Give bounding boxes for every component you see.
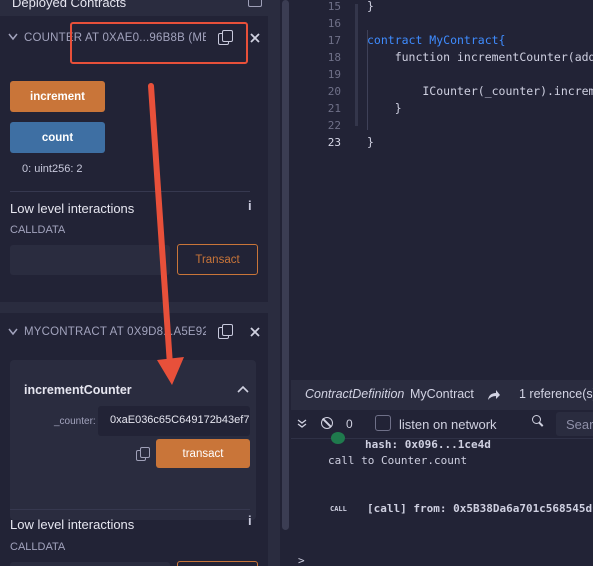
red-arrow [148,83,184,385]
info-icon[interactable]: i [248,513,252,528]
panel-title: Deployed Contracts [12,0,127,10]
line-number: 23 [327,136,341,149]
chevron-down-icon[interactable] [8,33,18,41]
deploy-panel: Deployed Contracts COUNTER AT 0XAE0...96… [0,0,280,566]
param-label: _counter: [54,416,96,427]
line-number: 21 [327,102,341,115]
copy-calldata-icon[interactable] [136,447,150,461]
line-number: 17 [327,34,341,47]
listen-label: listen on network [399,417,497,432]
code-line: } [367,0,374,13]
call-tag: CALL [330,505,347,513]
line-number: 18 [327,51,341,64]
transact-button[interactable]: transact [156,439,250,468]
counter-param-input[interactable]: 0xaE036c65C649172b43ef7156b009c6221B596B… [98,406,250,436]
hash-line: hash: 0x096...1ce4d [365,438,491,451]
code-line: } [367,101,402,115]
code-editor[interactable]: 15 16 17 18 19 20 21 22 23 } contract My… [291,0,593,384]
go-to-definition-icon[interactable] [487,389,501,401]
calldata-label: CALLDATA [10,541,66,553]
call-detail[interactable]: [call] from: 0x5B38Da6a701c568545dCfcB03… [367,502,593,515]
line-number: 20 [327,85,341,98]
chevron-up-icon[interactable] [237,385,249,393]
divider [10,509,250,510]
clear-console-icon[interactable] [321,417,333,429]
scrollbar[interactable] [280,0,291,566]
calldata-label: CALLDATA [10,224,66,236]
expand-terminal-icon[interactable] [297,419,307,429]
copy-address-icon[interactable] [218,324,233,339]
divider [10,191,250,192]
status-icon [331,432,345,444]
pending-count: 0 [346,417,353,431]
search-icon [532,415,544,427]
listen-checkbox[interactable] [375,415,391,431]
code-line: function incrementCounter(address _count… [394,50,593,64]
low-level-title: Low level interactions [10,517,135,532]
line-number: 22 [327,119,341,132]
terminal-prompt[interactable]: > [298,554,305,566]
highlight-box [70,22,248,64]
chevron-down-icon[interactable] [8,328,18,336]
terminal: 0 listen on network Search hash: 0x096..… [291,410,593,566]
call-line: call to Counter.count [328,454,468,467]
code-line: } [367,135,374,149]
increment-button[interactable]: increment [10,81,105,112]
count-button[interactable]: count [10,122,105,153]
count-result: 0: uint256: 2 [22,163,83,175]
definition-kind: ContractDefinition [305,387,405,401]
line-number: 16 [327,17,341,30]
transact-button-low[interactable] [177,561,258,566]
trash-icon[interactable] [248,0,262,7]
references-count[interactable]: 1 reference(s) [519,387,593,401]
info-icon[interactable]: i [248,198,252,213]
scope-guide [355,4,358,126]
function-name: incrementCounter [24,383,132,397]
definition-name: MyContract [410,387,474,401]
calldata-input[interactable] [10,562,170,566]
low-level-title: Low level interactions [10,201,135,216]
line-number: 19 [327,68,341,81]
code-line: contract MyContract{ [367,33,506,47]
search-input[interactable]: Search [556,412,593,436]
line-number: 15 [327,0,341,13]
close-icon[interactable] [250,327,260,337]
code-line: ICounter(_counter).increment(); [422,84,593,98]
close-icon[interactable] [250,33,260,43]
mycontract-instance: MYCONTRACT AT 0X9D8...A5E92 (MEMORY) inc… [0,313,268,566]
definition-bar: ContractDefinition MyContract 1 referenc… [291,380,593,410]
